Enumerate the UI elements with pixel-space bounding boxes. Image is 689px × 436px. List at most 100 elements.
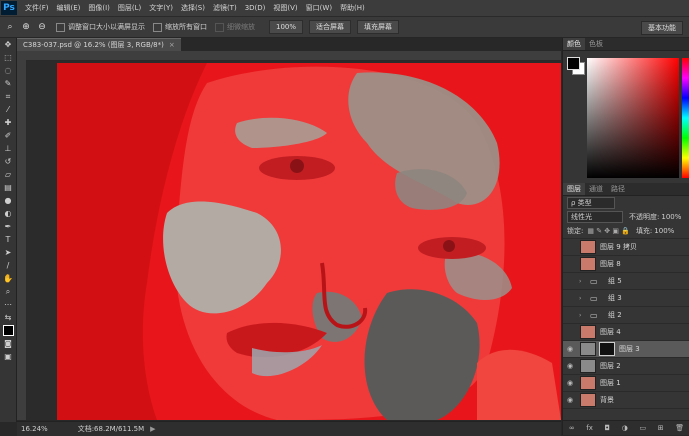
menu-view[interactable]: 视图(V) (273, 3, 297, 13)
menu-type[interactable]: 文字(Y) (149, 3, 173, 13)
expand-caret-icon[interactable]: › (579, 312, 587, 319)
color-swatches-icon[interactable] (0, 324, 16, 337)
lock-icons[interactable]: ▦ ✎ ✥ ▣ 🔒 (587, 227, 630, 235)
blend-mode-select[interactable]: 线性光 (567, 211, 623, 223)
opacity-label: 不透明度: (629, 213, 660, 221)
opacity-value[interactable]: 100% (661, 213, 681, 221)
dodge-tool-icon[interactable]: ◐ (0, 207, 16, 220)
layer-name: 图层 1 (600, 379, 621, 387)
group-row[interactable]: › ▭ 组 2 (563, 307, 689, 324)
swap-colors-icon[interactable]: ⇆ (0, 311, 16, 324)
expand-caret-icon[interactable]: › (579, 278, 587, 285)
group-row[interactable]: › ▭ 组 3 (563, 290, 689, 307)
tab-layers[interactable]: 图层 (563, 183, 585, 195)
group-row[interactable]: › ▭ 组 5 (563, 273, 689, 290)
layer-mask-thumbnail[interactable] (599, 342, 615, 356)
zoom-100-button[interactable]: 100% (269, 20, 304, 34)
hue-slider[interactable] (682, 58, 689, 178)
tab-paths[interactable]: 路径 (607, 183, 629, 195)
fill-screen-button[interactable]: 填充屏幕 (357, 20, 400, 34)
document-tab[interactable]: C383-037.psd @ 16.2% (图层 3, RGB/8*) × (17, 38, 181, 51)
status-menu-arrow-icon[interactable]: ▶ (150, 425, 155, 433)
pen-tool-icon[interactable]: ✒ (0, 220, 16, 233)
layer-thumbnail (580, 257, 596, 271)
eyedropper-tool-icon[interactable]: ⁄ (0, 103, 16, 116)
healing-tool-icon[interactable]: ✚ (0, 116, 16, 129)
quick-mask-icon[interactable]: ◙ (0, 337, 16, 350)
gradient-tool-icon[interactable]: ▤ (0, 181, 16, 194)
eraser-tool-icon[interactable]: ▱ (0, 168, 16, 181)
fill-value[interactable]: 100% (654, 227, 674, 235)
type-tool-icon[interactable]: T (0, 233, 16, 246)
menu-file[interactable]: 文件(F) (25, 3, 49, 13)
document-canvas[interactable] (57, 63, 561, 420)
layer-row-background[interactable]: ◉ 背景 (563, 392, 689, 409)
menu-window[interactable]: 窗口(W) (306, 3, 332, 13)
trash-icon[interactable]: 🗑 (675, 424, 684, 432)
resize-windows-label: 调整窗口大小以满屏显示 (68, 23, 145, 31)
menu-select[interactable]: 选择(S) (181, 3, 205, 13)
group-icon[interactable]: ▭ (639, 424, 646, 432)
eye-icon[interactable]: ◉ (563, 362, 577, 370)
menu-image[interactable]: 图像(I) (88, 3, 110, 13)
eye-icon[interactable]: ◉ (563, 345, 577, 353)
zoom-all-checkbox[interactable] (153, 22, 162, 32)
quick-select-tool-icon[interactable]: ✎ (0, 77, 16, 90)
hand-tool-icon[interactable]: ✋ (0, 272, 16, 285)
right-panels: 颜色 色板 图层 通道 路径 ρ 类型 线性光 不透明度: 100% 锁定: ▦… (562, 38, 689, 435)
zoom-level[interactable]: 16.24% (21, 425, 48, 433)
brush-tool-icon[interactable]: ✐ (0, 129, 16, 142)
layer-row[interactable]: 图层 9 拷贝 (563, 239, 689, 256)
layer-filter-select[interactable]: ρ 类型 (567, 197, 615, 209)
layer-filter-row: ρ 类型 (563, 196, 689, 210)
eye-icon[interactable]: ◉ (563, 379, 577, 387)
line-tool-icon[interactable]: / (0, 259, 16, 272)
layer-thumbnail (580, 376, 596, 390)
marquee-tool-icon[interactable]: ⬚ (0, 51, 16, 64)
menu-edit[interactable]: 编辑(E) (57, 3, 81, 13)
menu-3d[interactable]: 3D(D) (245, 4, 266, 12)
scrubby-zoom-checkbox[interactable] (215, 22, 224, 32)
layer-row[interactable]: ◉ 图层 1 (563, 375, 689, 392)
screen-mode-icon[interactable]: ▣ (0, 350, 16, 363)
tab-swatches[interactable]: 色板 (585, 38, 607, 50)
zoom-in-icon[interactable]: ⊕ (20, 21, 32, 33)
link-icon[interactable]: ∞ (569, 424, 575, 432)
adjustment-icon[interactable]: ◑ (622, 424, 628, 432)
color-picker-field[interactable] (587, 58, 679, 178)
crop-tool-icon[interactable]: ⌗ (0, 90, 16, 103)
menu-help[interactable]: 帮助(H) (340, 3, 365, 13)
stamp-tool-icon[interactable]: ⊥ (0, 142, 16, 155)
foreground-color-swatch[interactable] (567, 57, 580, 70)
zoom-tool-icon[interactable]: ⌕ (4, 21, 16, 33)
layer-row[interactable]: 图层 4 (563, 324, 689, 341)
close-icon[interactable]: × (169, 41, 175, 49)
expand-caret-icon[interactable]: › (579, 295, 587, 302)
history-brush-icon[interactable]: ↺ (0, 155, 16, 168)
layers-footer: ∞ fx ◘ ◑ ▭ ⊞ 🗑 (563, 420, 689, 435)
zoom-out-icon[interactable]: ⊖ (36, 21, 48, 33)
zoom-tool-side-icon[interactable]: ⌕ (0, 285, 16, 298)
layer-row[interactable]: ◉ 图层 2 (563, 358, 689, 375)
tab-color[interactable]: 颜色 (563, 38, 585, 50)
menu-layer[interactable]: 图层(L) (118, 3, 141, 13)
mask-icon[interactable]: ◘ (605, 424, 611, 432)
move-tool-icon[interactable]: ✥ (0, 38, 16, 51)
fit-screen-button[interactable]: 适合屏幕 (309, 20, 352, 34)
folder-icon: ▭ (590, 293, 598, 303)
resize-windows-checkbox[interactable] (56, 22, 65, 32)
eye-icon[interactable]: ◉ (563, 396, 577, 404)
layer-row[interactable]: 图层 8 (563, 256, 689, 273)
workspace-switcher[interactable]: 基本功能 (641, 21, 683, 35)
more-tools-icon[interactable]: ⋯ (0, 298, 16, 311)
menu-filter[interactable]: 滤镜(T) (213, 3, 237, 13)
lasso-tool-icon[interactable]: ◌ (0, 64, 16, 77)
new-layer-icon[interactable]: ⊞ (658, 424, 664, 432)
path-select-tool-icon[interactable]: ➤ (0, 246, 16, 259)
layer-row-selected[interactable]: ◉ 图层 3 (563, 341, 689, 358)
color-panel-tabs: 颜色 色板 (563, 38, 689, 51)
tab-channels[interactable]: 通道 (585, 183, 607, 195)
blur-tool-icon[interactable]: ● (0, 194, 16, 207)
fx-icon[interactable]: fx (586, 424, 593, 432)
layer-thumbnail (580, 240, 596, 254)
